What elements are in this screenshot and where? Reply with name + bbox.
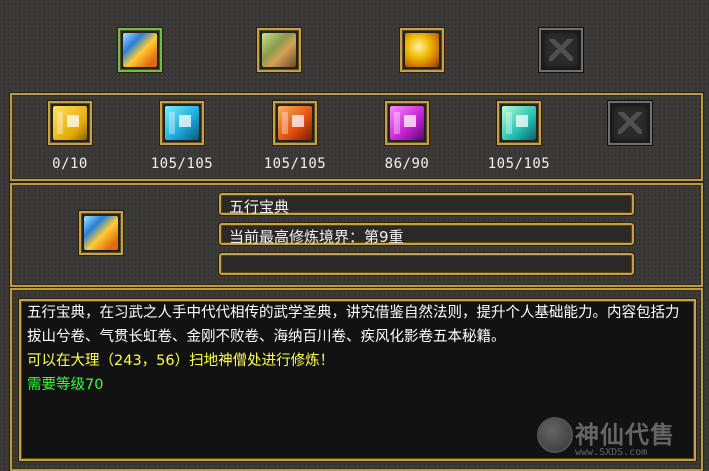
book-count-3: 105/105 bbox=[263, 156, 327, 172]
empty-slot-icon bbox=[549, 39, 573, 61]
description-main: 五行宝典，在习武之人手中代代相传的武学圣典，讲究借鉴自然法则，提升个人基础能力。… bbox=[27, 305, 680, 345]
book-slot-2[interactable] bbox=[160, 101, 204, 145]
realm-text: 当前最高修炼境界：第9重 bbox=[229, 228, 404, 246]
cube-book-icon bbox=[84, 216, 118, 250]
book-slot-1[interactable] bbox=[48, 101, 92, 145]
cube-book-icon bbox=[123, 33, 157, 67]
book-count-4: 86/90 bbox=[384, 156, 430, 172]
empty-slot-icon bbox=[618, 112, 642, 134]
scrolls-icon bbox=[262, 33, 296, 67]
book-slot-5[interactable] bbox=[497, 101, 541, 145]
detail-item-slot[interactable] bbox=[79, 211, 123, 255]
teal-book-icon bbox=[502, 106, 536, 140]
gold-ingot-icon bbox=[405, 33, 439, 67]
purple-book-icon bbox=[390, 106, 424, 140]
empty-field bbox=[219, 253, 634, 275]
top-slot-3[interactable] bbox=[400, 28, 444, 72]
item-name: 五行宝典 bbox=[229, 198, 290, 216]
watermark-logo-icon bbox=[537, 417, 573, 453]
watermark: 神仙代售 www.SXDS.com bbox=[537, 413, 697, 463]
book-slot-3[interactable] bbox=[273, 101, 317, 145]
watermark-name: 神仙代售 bbox=[575, 421, 675, 449]
book-slot-6[interactable] bbox=[608, 101, 652, 145]
orange-book-icon bbox=[278, 106, 312, 140]
book-slot-4[interactable] bbox=[385, 101, 429, 145]
description-text: 五行宝典，在习武之人手中代代相传的武学圣典，讲究借鉴自然法则，提升个人基础能力。… bbox=[27, 301, 687, 397]
top-slot-2[interactable] bbox=[257, 28, 301, 72]
top-slot-4[interactable] bbox=[539, 28, 583, 72]
book-count-1: 0/10 bbox=[52, 156, 88, 172]
watermark-url: www.SXDS.com bbox=[575, 447, 648, 458]
book-count-2: 105/105 bbox=[150, 156, 214, 172]
book-count-5: 105/105 bbox=[487, 156, 551, 172]
description-level-requirement: 需要等级70 bbox=[27, 377, 104, 393]
blue-book-icon bbox=[165, 106, 199, 140]
realm-field: 当前最高修炼境界：第9重 bbox=[219, 223, 634, 246]
description-location: 可以在大理（243，56）扫地神僧处进行修炼！ bbox=[27, 353, 335, 369]
item-name-field: 五行宝典 bbox=[219, 193, 634, 216]
top-slot-1[interactable] bbox=[118, 28, 162, 72]
yellow-book-icon bbox=[53, 106, 87, 140]
